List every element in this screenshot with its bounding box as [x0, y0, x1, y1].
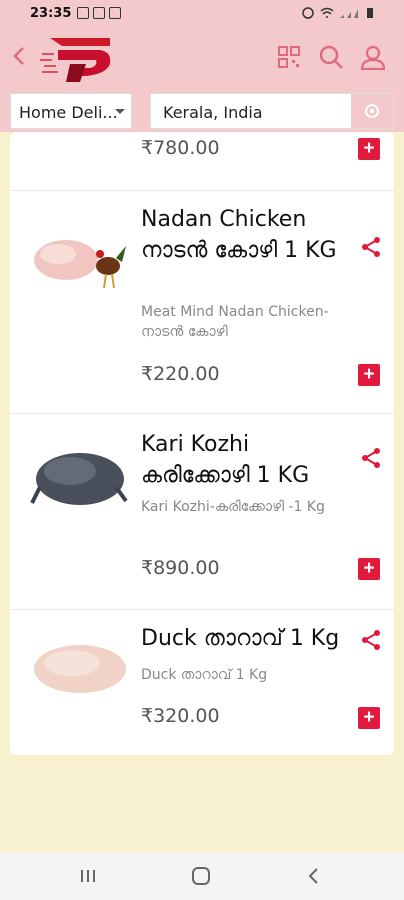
- user-icon[interactable]: [360, 44, 386, 70]
- product-price: ₹890.00: [141, 557, 220, 579]
- back-chevron-icon[interactable]: [8, 44, 32, 68]
- filter-bar: Home Deli...: [0, 90, 404, 132]
- location-field: [150, 93, 394, 129]
- system-icons: [301, 7, 374, 19]
- location-input[interactable]: [161, 102, 355, 123]
- add-to-cart-button[interactable]: +: [358, 138, 380, 160]
- product-name: Duck താറാവ് 1 Kg: [141, 626, 340, 651]
- store-logo-icon: [40, 38, 111, 82]
- home-icon[interactable]: [189, 864, 213, 888]
- recent-apps-icon[interactable]: [76, 864, 100, 888]
- signal-icon: [340, 9, 358, 18]
- add-to-cart-button[interactable]: +: [358, 707, 380, 729]
- product-price: ₹320.00: [141, 705, 220, 727]
- product-name: Nadan Chicken നാടൻ കോഴി 1 KG: [141, 207, 337, 263]
- search-icon[interactable]: [318, 44, 344, 70]
- product-image: [30, 453, 128, 505]
- chevron-down-icon: [115, 109, 125, 114]
- share-icon[interactable]: [360, 629, 382, 651]
- status-time: 23:35: [30, 5, 72, 21]
- locate-button[interactable]: [351, 94, 393, 128]
- product-list: ₹780.00 + Nadan Chicken നാടൻ കോഴി 1 KG M…: [10, 132, 394, 755]
- status-bar: 23:35: [0, 0, 404, 26]
- product-name: Kari Kozhi കരിക്കോഴി 1 KG: [141, 432, 310, 488]
- share-icon[interactable]: [360, 447, 382, 469]
- product-item[interactable]: ₹780.00 +: [10, 132, 394, 191]
- product-image: [34, 240, 126, 289]
- gps-target-icon: [365, 104, 379, 118]
- app-header: [0, 26, 404, 90]
- product-price: ₹780.00: [141, 137, 220, 159]
- product-price: ₹220.00: [141, 363, 220, 385]
- share-icon[interactable]: [360, 236, 382, 258]
- product-item[interactable]: Nadan Chicken നാടൻ കോഴി 1 KG Meat Mind N…: [10, 190, 394, 414]
- product-item[interactable]: Kari Kozhi കരിക്കോഴി 1 KG Kari Kozhi-കരി…: [10, 413, 394, 610]
- product-item[interactable]: Duck താറാവ് 1 Kg Duck താറാവ് 1 Kg ₹320.0…: [10, 609, 394, 755]
- product-description: Kari Kozhi-കരിക്കോഴി -1 Kg: [141, 499, 325, 515]
- delivery-mode-select[interactable]: Home Deli...: [10, 93, 132, 129]
- notification-icons: [77, 7, 122, 19]
- product-description: Duck താറാവ് 1 Kg: [141, 667, 268, 683]
- qr-code-icon[interactable]: [276, 44, 302, 70]
- wifi-icon: [320, 7, 334, 18]
- battery-icon: [367, 8, 373, 18]
- back-icon[interactable]: [302, 864, 326, 888]
- alarm-icon: [302, 7, 314, 19]
- delivery-mode-value: Home Deli...: [19, 103, 118, 122]
- add-to-cart-button[interactable]: +: [358, 558, 380, 580]
- add-to-cart-button[interactable]: +: [358, 364, 380, 386]
- system-nav-bar: [0, 852, 404, 900]
- product-image: [34, 645, 126, 693]
- product-description: Meat Mind Nadan Chicken-നാടൻ കോഴി: [141, 304, 329, 340]
